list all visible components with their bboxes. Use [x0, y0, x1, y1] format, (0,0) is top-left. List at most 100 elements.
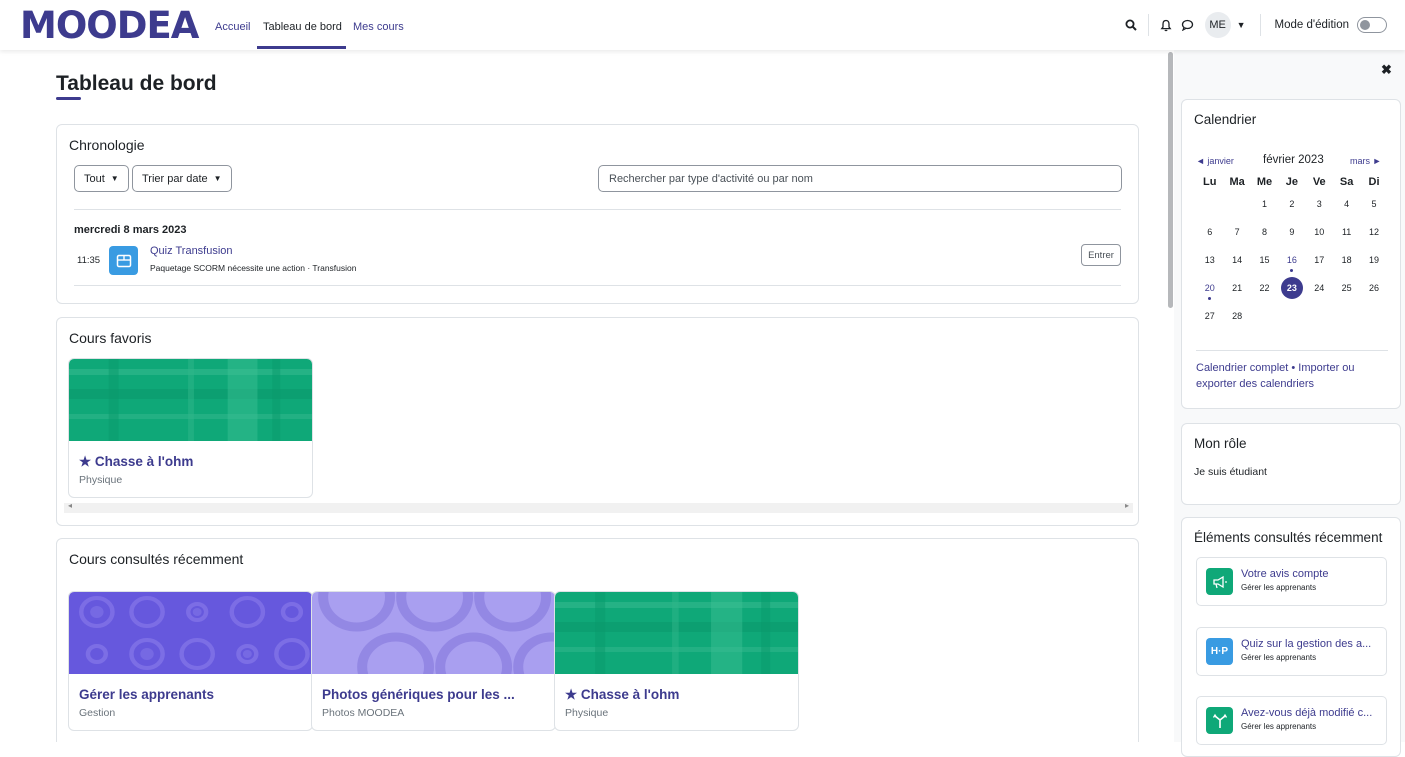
site-logo[interactable]: MOODEA [20, 6, 199, 46]
course-image [312, 592, 555, 674]
calendar-prev-month-link[interactable]: ◄ janvier [1196, 156, 1234, 166]
day-number: 28 [1232, 311, 1243, 321]
calendar-day: 21 [1223, 279, 1250, 293]
course-category: Photos MOODEA [322, 707, 405, 719]
course-card[interactable]: ★ Chasse à l'ohm Physique [68, 358, 313, 498]
day-number: 14 [1232, 255, 1243, 265]
course-name-link[interactable]: Gérer les apprenants [79, 687, 304, 702]
starred-courses-title: Cours favoris [69, 330, 152, 346]
chevron-down-icon: ▼ [213, 174, 222, 183]
course-name-link[interactable]: ★ Chasse à l'ohm [565, 687, 790, 703]
recent-item-link[interactable]: Quiz sur la gestion des a... [1241, 638, 1381, 650]
calendar-day: 26 [1360, 279, 1387, 293]
horizontal-scrollbar[interactable]: ◂ ▸ [64, 501, 1133, 513]
calendar-day [1360, 307, 1387, 311]
day-number: 1 [1261, 199, 1267, 209]
scorm-package-icon [109, 246, 138, 275]
megaphone-icon [1206, 568, 1233, 595]
recent-courses-block: Cours consultés récemment Gérer les appr… [56, 538, 1139, 742]
navbar-divider [1147, 14, 1149, 36]
course-name-link[interactable]: ★ Chasse à l'ohm [79, 454, 304, 470]
event-activity-link[interactable]: Quiz Transfusion [150, 245, 233, 257]
sort-label: Trier par date [142, 172, 208, 185]
calendar-day-today[interactable]: 23 [1278, 277, 1305, 299]
main-content: Tableau de bord Chronologie Tout ▼ Trier … [0, 50, 1165, 742]
course-card[interactable]: Photos génériques pour les ... Photos MO… [311, 591, 556, 731]
day-number: 27 [1204, 311, 1215, 321]
course-image [69, 359, 312, 441]
calendar-day-with-event[interactable]: 20 [1196, 279, 1223, 300]
chat-icon[interactable] [1177, 14, 1199, 36]
course-image [69, 592, 312, 674]
event-time: 11:35 [77, 255, 101, 266]
day-number: 19 [1369, 255, 1380, 265]
active-nav-indicator [257, 46, 346, 49]
course-category: Gestion [79, 707, 116, 719]
weekday-label: Ma [1229, 176, 1245, 188]
timeline-search-input[interactable]: Rechercher par type d'activité ou par no… [598, 165, 1122, 192]
day-number: 10 [1314, 227, 1325, 237]
calendar-day: 10 [1306, 223, 1333, 237]
enter-button[interactable]: Entrer [1081, 244, 1121, 266]
calendar-day: 19 [1360, 251, 1387, 265]
navbar-actions: ME ▼ Mode d'édition [1120, 12, 1387, 38]
search-icon[interactable] [1120, 14, 1142, 36]
course-image [555, 592, 798, 674]
edit-mode-toggle[interactable] [1357, 17, 1387, 33]
choice-icon [1206, 707, 1233, 734]
bell-icon[interactable] [1155, 14, 1177, 36]
filter-label: Tout [84, 172, 105, 185]
day-number: 11 [1341, 227, 1352, 237]
divider [74, 209, 1121, 210]
timeline-sort-dropdown[interactable]: Trier par date ▼ [132, 165, 232, 192]
calendar-footer-links[interactable]: Calendrier complet • Importer ou exporte… [1196, 360, 1386, 392]
recent-item[interactable]: Votre avis compte Gérer les apprenants [1196, 557, 1387, 606]
title-underline [56, 97, 81, 100]
calendar-day [1196, 195, 1223, 199]
nav-link-my-courses[interactable]: Mes cours [353, 21, 404, 33]
day-number: 15 [1259, 255, 1270, 265]
main-vertical-scrollbar[interactable] [1168, 52, 1173, 308]
timeline-filter-dropdown[interactable]: Tout ▼ [74, 165, 129, 192]
calendar-grid: Lu Ma Me Je Ve Sa Di 1 2 3 4 5 6 7 8 9 1… [1196, 176, 1388, 335]
calendar-next-month-link[interactable]: mars ► [1350, 156, 1381, 166]
course-card[interactable]: ★ Chasse à l'ohm Physique [554, 591, 799, 731]
calendar-day: 1 [1251, 195, 1278, 209]
edit-mode-label: Mode d'édition [1274, 19, 1349, 31]
divider [1196, 350, 1388, 351]
calendar-month-label: février 2023 [1263, 154, 1324, 166]
calendar-day: 2 [1278, 195, 1305, 209]
day-number: 3 [1316, 199, 1322, 209]
day-number: 26 [1369, 283, 1380, 293]
page-title: Tableau de bord [56, 72, 217, 95]
course-card[interactable]: Gérer les apprenants Gestion [68, 591, 313, 731]
right-block-drawer: ✖ Calendrier ◄ janvier février 2023 mars… [1174, 50, 1405, 757]
calendar-day-with-event[interactable]: 16 [1278, 251, 1305, 272]
close-drawer-icon[interactable]: ✖ [1381, 62, 1392, 78]
nav-link-dashboard[interactable]: Tableau de bord [263, 21, 342, 33]
course-category: Physique [79, 474, 123, 486]
nav-link-home[interactable]: Accueil [215, 21, 250, 33]
course-name-link[interactable]: Photos génériques pour les ... [322, 687, 547, 702]
weekday-label: Je [1285, 176, 1298, 188]
recent-item[interactable]: H·P Quiz sur la gestion des a... Gérer l… [1196, 627, 1387, 676]
role-title: Mon rôle [1194, 436, 1247, 451]
day-number: 5 [1371, 199, 1377, 209]
event-dot [1290, 269, 1294, 272]
day-number: 9 [1289, 227, 1295, 237]
recent-item-link[interactable]: Avez-vous déjà modifié c... [1241, 707, 1381, 719]
timeline-block: Chronologie Tout ▼ Trier par date ▼ Recher… [56, 124, 1139, 304]
scroll-right-icon[interactable]: ▸ [1125, 501, 1129, 510]
course-category: Physique [565, 707, 609, 719]
user-avatar[interactable]: ME [1204, 12, 1231, 38]
recent-item-course: Gérer les apprenants [1241, 583, 1317, 592]
calendar-day: 17 [1306, 251, 1333, 265]
chevron-down-icon[interactable]: ▼ [1237, 20, 1246, 30]
calendar-week: 20 21 22 23 24 25 26 [1196, 277, 1388, 307]
calendar-day [1333, 307, 1360, 311]
scroll-left-icon[interactable]: ◂ [68, 501, 72, 510]
calendar-day: 8 [1251, 223, 1278, 237]
calendar-day: 25 [1333, 279, 1360, 293]
recent-item[interactable]: Avez-vous déjà modifié c... Gérer les ap… [1196, 696, 1387, 745]
recent-item-link[interactable]: Votre avis compte [1241, 568, 1381, 580]
